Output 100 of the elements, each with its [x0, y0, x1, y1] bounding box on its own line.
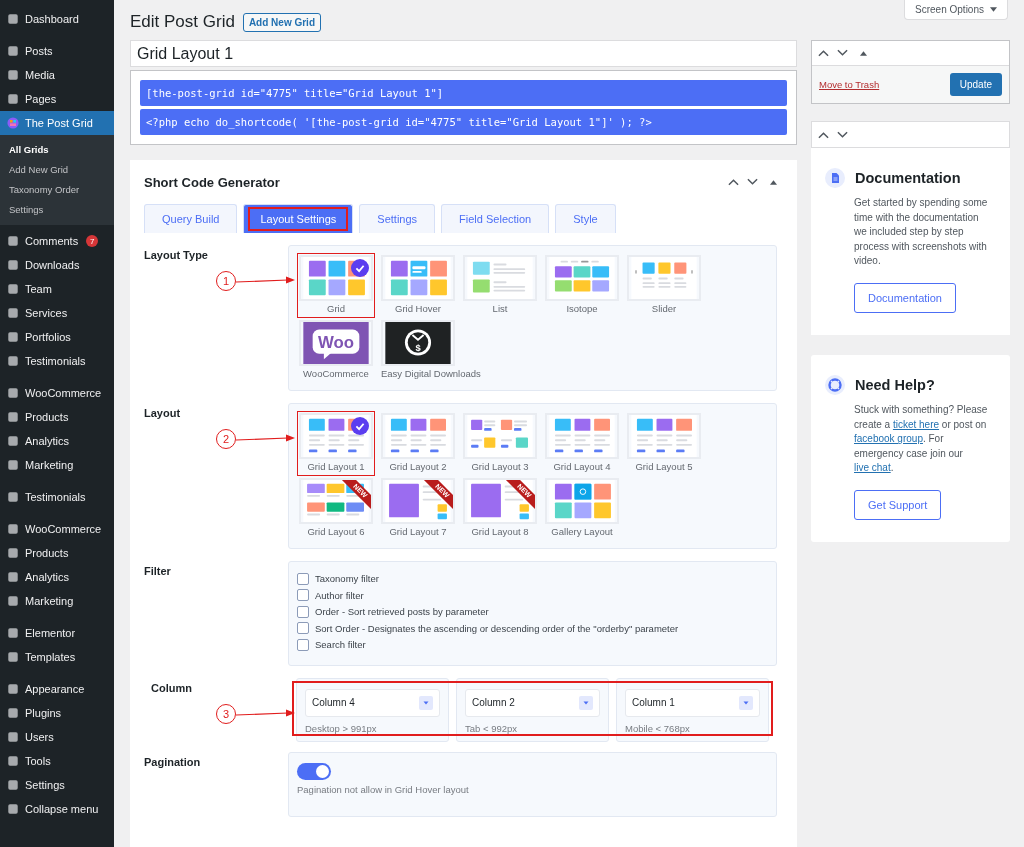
sidebar-item[interactable]: Posts	[0, 39, 114, 63]
menu-item-icon	[7, 307, 19, 319]
submenu-item[interactable]: Taxonomy Order	[0, 180, 114, 200]
toggle-hint: Pagination not allow in Grid Hover layout	[297, 783, 470, 795]
help-link[interactable]: ticket here	[892, 418, 940, 430]
menu-item-icon	[7, 435, 19, 447]
sidebar-item[interactable]: Comments 7	[0, 229, 114, 253]
sidebar-item[interactable]: Portfolios	[0, 325, 114, 349]
sidebar-item[interactable]: Marketing	[0, 589, 114, 613]
sidebar-item[interactable]: Templates	[0, 645, 114, 669]
caret-icon	[990, 7, 997, 12]
sidebar-item[interactable]: Users	[0, 725, 114, 749]
sidebar-item[interactable]: Analytics	[0, 429, 114, 453]
chevron-down-icon[interactable]	[837, 130, 848, 139]
sidebar-item[interactable]: Pages	[0, 87, 114, 111]
sidebar-item[interactable]: WooCommerce	[0, 517, 114, 541]
submenu-item[interactable]: All Grids	[0, 140, 114, 160]
add-new-button[interactable]: Add New Grid	[242, 13, 321, 32]
sidebar-item[interactable]: Settings	[0, 773, 114, 797]
layout-preview-drawing	[629, 415, 699, 457]
help-link[interactable]: live chat	[854, 462, 891, 474]
sidebar-item[interactable]: Analytics	[0, 565, 114, 589]
column-select[interactable]: Column 2	[465, 688, 600, 717]
menu-item-icon	[7, 45, 19, 57]
sidebar-item[interactable]: Products	[0, 405, 114, 429]
triangle-up-icon[interactable]	[770, 179, 777, 185]
tab[interactable]: Field Selection	[441, 204, 550, 233]
documentation-button[interactable]: Documentation	[854, 282, 956, 313]
column-select[interactable]: Column 4	[305, 688, 440, 717]
menu-item-icon	[7, 283, 19, 295]
logo-text: $	[415, 342, 421, 353]
filter-checkbox[interactable]: Sort Order - Designates the ascending or descending order of the "orderby" parameter	[297, 621, 768, 635]
lifebuoy-icon	[825, 374, 845, 395]
layout-preview-drawing	[547, 415, 617, 457]
help-link[interactable]: facebook group	[854, 433, 923, 445]
sidebar-item[interactable]: Elementor	[0, 621, 114, 645]
menu-item-icon	[7, 779, 19, 791]
sidebar-item[interactable]: The Post Grid	[0, 111, 114, 135]
filter-checkbox[interactable]: Taxonomy filter	[297, 572, 768, 586]
filter-checkbox[interactable]: Order - Sort retrieved posts by parameter	[297, 605, 768, 619]
menu-item-icon	[7, 117, 19, 129]
logo-text: Woo	[318, 333, 354, 353]
sidebar-item[interactable]: Collapse menu	[0, 797, 114, 821]
document-icon	[825, 168, 845, 188]
sidebar-item[interactable]: Appearance	[0, 677, 114, 701]
support-button[interactable]: Get Support	[854, 489, 942, 520]
tab[interactable]: Layout Settings	[243, 204, 354, 233]
toggle-switch[interactable]	[297, 762, 331, 780]
triangle-up-icon[interactable]	[860, 50, 867, 56]
callout-number: 3	[216, 703, 236, 724]
chevron-down-icon[interactable]	[747, 178, 758, 186]
layout-preview-drawing	[547, 257, 617, 299]
sidebar-item[interactable]: Testimonials	[0, 485, 114, 509]
update-button[interactable]: Update	[949, 73, 1002, 96]
sidebar-item[interactable]: Team	[0, 277, 114, 301]
column-select[interactable]: Column 1	[625, 688, 760, 717]
shortcode-text: [the-post-grid id="4775" title="Grid Layout 1"]	[140, 80, 787, 106]
chevron-up-icon[interactable]	[818, 49, 829, 57]
dropdown-icon	[419, 695, 433, 710]
menu-item-icon	[7, 731, 19, 743]
layout-preview-drawing	[301, 257, 371, 299]
layout-preview-drawing	[383, 415, 453, 457]
checkmark-icon	[351, 259, 369, 277]
checkmark-icon	[351, 417, 369, 435]
submenu-item[interactable]: Add New Grid	[0, 160, 114, 180]
layout-option[interactable]: Grid	[297, 253, 375, 318]
sidebar-item[interactable]: Products	[0, 541, 114, 565]
section-label: Column	[151, 681, 192, 694]
sidebar-item[interactable]: Downloads	[0, 253, 114, 277]
sidebar-item[interactable]: Testimonials	[0, 349, 114, 373]
menu-item-icon	[7, 707, 19, 719]
menu-item-icon	[7, 803, 19, 815]
menu-item-icon	[7, 595, 19, 607]
filter-checkbox[interactable]: Author filter	[297, 588, 768, 602]
chevron-down-icon[interactable]	[837, 49, 848, 57]
submenu-item[interactable]: Settings	[0, 200, 114, 220]
trash-link[interactable]: Move to Trash	[819, 79, 880, 90]
screen-options-button[interactable]: Screen Options	[904, 0, 1008, 20]
filter-checkbox[interactable]: Search filter	[297, 638, 768, 652]
sidebar-item[interactable]: WooCommerce	[0, 381, 114, 405]
sidebar-item[interactable]: Plugins	[0, 701, 114, 725]
sidebar-item[interactable]: Tools	[0, 749, 114, 773]
tab[interactable]: Settings	[359, 204, 436, 233]
tab[interactable]: Query Build	[144, 204, 238, 233]
layout-preview-drawing	[547, 480, 617, 522]
title-field[interactable]: Grid Layout 1	[130, 40, 797, 67]
sidebar-item[interactable]: Services	[0, 301, 114, 325]
menu-item-icon	[7, 355, 19, 367]
dropdown-icon	[739, 695, 753, 710]
sidebar-item[interactable]: Dashboard	[0, 7, 114, 31]
layout-option[interactable]: Grid Layout 1	[297, 411, 375, 476]
tab[interactable]: Style	[555, 204, 616, 233]
chevron-up-icon[interactable]	[728, 178, 739, 186]
sidebar-item[interactable]: Media	[0, 63, 114, 87]
menu-item-icon	[7, 627, 19, 639]
layout-preview-drawing	[465, 257, 535, 299]
chevron-up-icon[interactable]	[818, 130, 829, 139]
menu-item-icon	[7, 683, 19, 695]
sidebar-item[interactable]: Marketing	[0, 453, 114, 477]
breakpoint-hint: Mobile < 768px	[625, 722, 691, 734]
